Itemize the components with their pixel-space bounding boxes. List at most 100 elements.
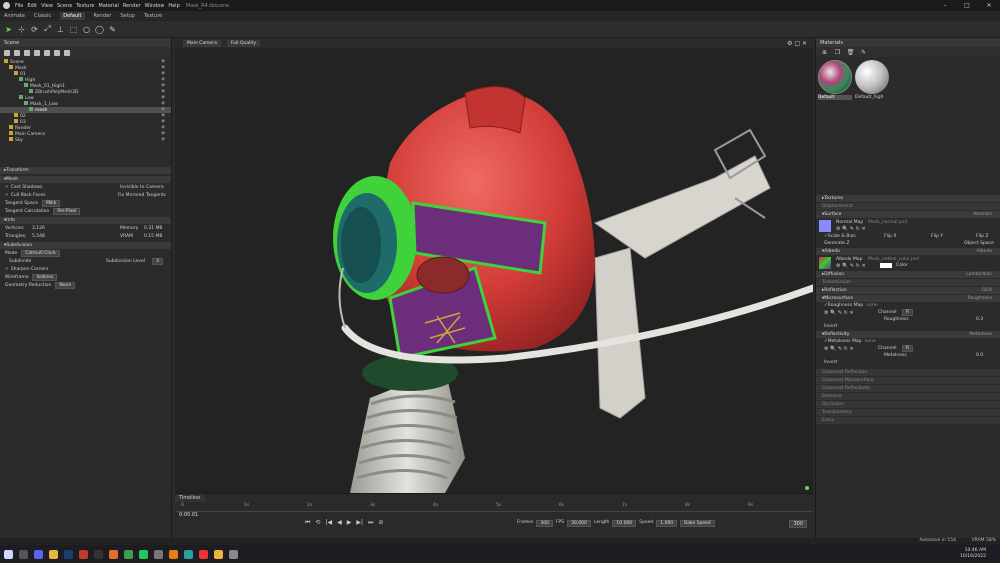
material-section[interactable]: Emissive [816, 393, 1000, 400]
tangent-space-row[interactable]: Tangent Space Mikk [0, 199, 171, 207]
frames-field[interactable]: 300 [536, 520, 553, 527]
tab-setup[interactable]: Setup [120, 13, 135, 19]
folder-icon[interactable] [49, 549, 58, 559]
menu-item-file[interactable]: File [15, 3, 23, 9]
reflectivity-section[interactable]: ▾ Reflectivity Metalness [816, 331, 1000, 338]
roughness-channel-row[interactable]: ⚙ 🔍 ✎ ↻ ✕ Channel R [816, 309, 1000, 316]
step-back-icon[interactable]: ◀ [337, 519, 342, 527]
duplicate-icon[interactable]: ❐ [833, 48, 842, 57]
skip-end-icon[interactable]: ⏭ [368, 519, 373, 527]
albedo-color-swatch[interactable] [880, 263, 892, 268]
mesh-section[interactable]: ▾ Mesh [0, 176, 171, 183]
length-field[interactable]: 10.000 [612, 520, 637, 527]
clock[interactable]: 10:46 AM 10/16/2022 [960, 548, 986, 560]
paint-icon[interactable]: ✎ [108, 25, 117, 34]
unreal-icon[interactable] [94, 549, 103, 559]
sky-icon[interactable] [44, 49, 50, 56]
tab-classic[interactable]: Classic [34, 13, 51, 19]
pivot-icon[interactable]: ⊥ [56, 25, 65, 34]
fps-field[interactable]: 30.000 [567, 520, 591, 527]
timeline-ruler[interactable]: 0 1s 2s 3s 4s 5s 6s 7s 8s 9s [175, 502, 813, 512]
sharpen-row[interactable]: ✓ Sharpen Corners [0, 265, 171, 273]
quality-dropdown[interactable]: Full Quality [226, 39, 261, 47]
material-section[interactable]: Extra [816, 417, 1000, 424]
viewport-settings-icon[interactable]: ⚙ □ ✕ [787, 40, 807, 47]
albedo-map-slot[interactable]: Albedo Map Mask_netteo_color.psd ⚙ 🔍 ✎ ↻… [816, 255, 1000, 270]
prev-key-icon[interactable]: |◀ [325, 519, 332, 527]
pycharm-icon[interactable] [139, 549, 148, 559]
material-section[interactable]: Transparency [816, 409, 1000, 416]
speed-field[interactable]: 1.000 [656, 520, 678, 527]
metalness-channel-row[interactable]: ⚙ 🔍 ✎ ↻ ✕ Channel R [816, 345, 1000, 352]
cast-shadows-row[interactable]: ✓ Cast Shadows Invisible to Camera [0, 183, 171, 191]
circle-select-icon[interactable]: ○ [82, 25, 91, 34]
play-icon[interactable]: ▶ [347, 519, 352, 527]
wireframe-row[interactable]: Wireframe Isolines [0, 273, 171, 281]
albedo-section[interactable]: ▾ Albedo Albedo [816, 248, 1000, 255]
transform-section[interactable]: ▸ Transform [0, 167, 171, 174]
windows-start-icon[interactable] [4, 549, 13, 559]
photoshop-icon[interactable] [64, 549, 73, 559]
minimize-icon[interactable]: – [934, 0, 956, 11]
diffusion-section[interactable]: ▸ Diffusion Lambertian [816, 271, 1000, 278]
roughness-invert-row[interactable]: Invert [816, 323, 1000, 330]
menu-item-material[interactable]: Material [99, 3, 119, 9]
mode-row[interactable]: Mode Catmull-Clark [0, 249, 171, 257]
marmoset-icon[interactable] [154, 549, 163, 559]
flip-row[interactable]: ✓ Scale & Bias Flip X Flip Y Flip Z [816, 233, 1000, 240]
record-icon[interactable]: ⊘ [378, 519, 383, 527]
menu-item-edit[interactable]: Edit [27, 3, 37, 9]
material-section[interactable]: Clearcoat Reflectivity [816, 385, 1000, 392]
new-material-icon[interactable]: ⊕ [820, 48, 829, 57]
lasso-icon[interactable]: ◯ [95, 25, 104, 34]
shadow-icon[interactable] [54, 49, 60, 56]
metalness-map-row[interactable]: ✓ Metalness Map none [816, 338, 1000, 345]
geo-reduction-row[interactable]: Geometry Reduction None [0, 281, 171, 289]
substance-icon[interactable] [79, 549, 88, 559]
menu-item-view[interactable]: View [41, 3, 53, 9]
normal-map-swatch[interactable] [819, 220, 831, 232]
material-section[interactable]: Clearcoat Reflection [816, 369, 1000, 376]
select-icon[interactable]: ➤ [4, 25, 13, 34]
transform-icon[interactable]: ⊹ [17, 25, 26, 34]
material-section[interactable]: Clearcoat Microsurface [816, 377, 1000, 384]
material-default-high[interactable]: Default_high [855, 60, 889, 104]
maya-icon[interactable] [184, 549, 193, 559]
bake-speed-button[interactable]: Bake Speed [680, 520, 715, 527]
tab-animate[interactable]: Animate [4, 13, 25, 19]
end-frame-field[interactable]: 300 [789, 520, 807, 528]
microsurface-section[interactable]: ▾ Microsurface Roughness [816, 295, 1000, 302]
material-default[interactable]: Default [818, 60, 852, 104]
metalness-slider-row[interactable]: Metalness 0.0 [816, 352, 1000, 359]
skip-start-icon[interactable]: ⏮ [305, 519, 310, 527]
rotate-icon[interactable]: ⟳ [30, 25, 39, 34]
firefox-icon[interactable] [109, 549, 118, 559]
discord-icon[interactable] [34, 549, 43, 559]
record-app-icon[interactable] [199, 549, 208, 559]
tab-default[interactable]: Default [60, 12, 85, 20]
search-icon[interactable] [19, 549, 28, 559]
close-icon[interactable]: ✕ [978, 0, 1000, 11]
reflection-section[interactable]: ▸ Reflection GGX [816, 287, 1000, 294]
albedo-map-swatch[interactable] [819, 257, 831, 269]
menu-item-render[interactable]: Render [123, 3, 141, 9]
menu-item-help[interactable]: Help [168, 3, 179, 9]
normal-map-slot[interactable]: Normal Map Mask_normal.psd ⚙ 🔍 ✎ ↻ ✕ [816, 218, 1000, 233]
camera-dropdown[interactable]: Main Camera [183, 39, 221, 47]
subdivide-row[interactable]: Subdivide Subdivision Level 3 [0, 257, 171, 265]
menu-item-scene[interactable]: Scene [57, 3, 72, 9]
tree-item[interactable]: Sky ◉ [0, 137, 171, 143]
tangent-calc-row[interactable]: Tangent Calculation Per-Pixel [0, 207, 171, 215]
group-icon[interactable] [34, 49, 40, 56]
scale-icon[interactable]: ⤢ [43, 24, 52, 34]
light-icon[interactable] [14, 49, 20, 56]
visibility-icon[interactable]: ◉ [161, 137, 165, 143]
transmission-section[interactable]: Transmission [816, 279, 1000, 286]
explorer-icon[interactable] [214, 549, 223, 559]
displacement-section[interactable]: Displacement [816, 203, 1000, 210]
generate-z-row[interactable]: Generate Z Object Space [816, 240, 1000, 247]
viewport[interactable] [175, 38, 813, 493]
subdivision-section[interactable]: ▾ Subdivision [0, 242, 171, 249]
maximize-icon[interactable]: □ [956, 0, 978, 11]
roughness-map-row[interactable]: ✓ Roughness Map none [816, 302, 1000, 309]
